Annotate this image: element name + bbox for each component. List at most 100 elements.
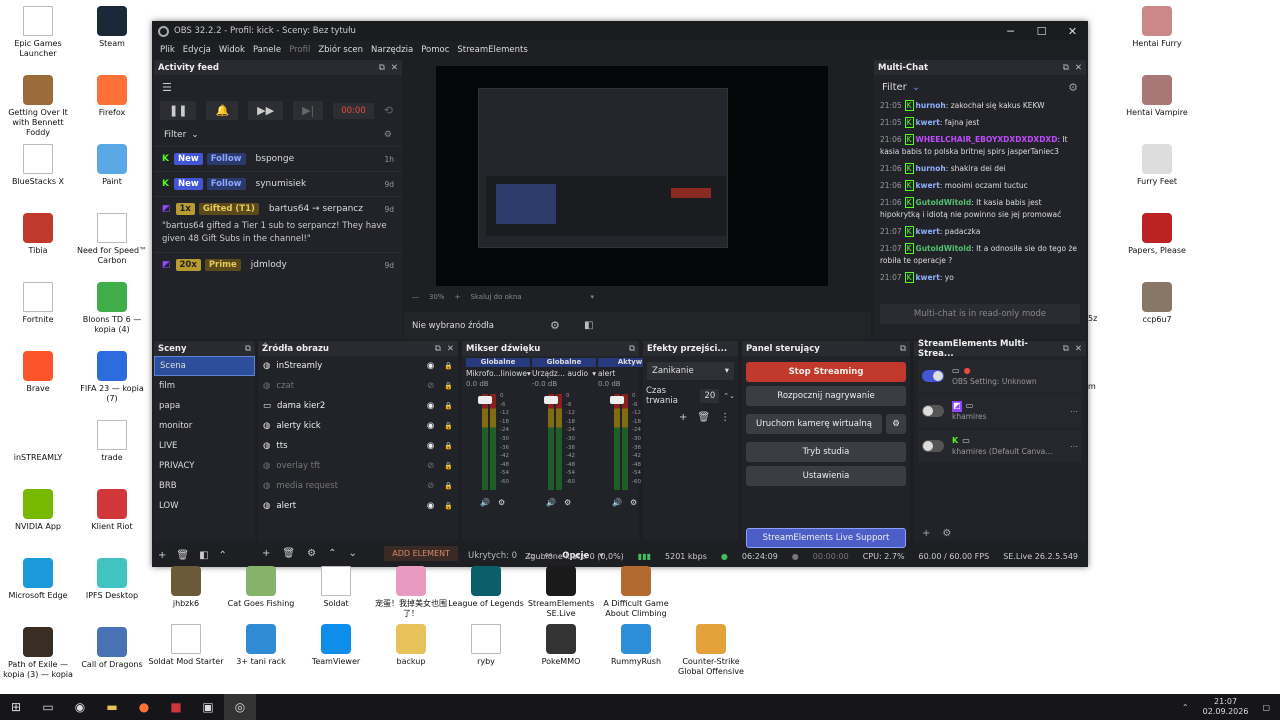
lock-icon[interactable]: 🔒: [444, 402, 453, 410]
desktop-icon[interactable]: Klient Riot: [74, 489, 150, 532]
menu-item[interactable]: Widok: [215, 45, 249, 55]
lock-icon[interactable]: 🔒: [444, 502, 453, 510]
desktop-icon[interactable]: Bloons TD 6 — kopia (4): [74, 282, 150, 335]
menu-item[interactable]: Profil: [285, 45, 314, 55]
hamburger-icon[interactable]: ☰: [154, 75, 402, 97]
desktop-icon[interactable]: Papers, Please: [1119, 213, 1195, 256]
undock-icon[interactable]: ⧉: [1063, 344, 1069, 354]
chevron-up-icon[interactable]: ⌃: [1182, 703, 1189, 712]
settings-button[interactable]: Ustawienia: [746, 466, 906, 486]
scene-item[interactable]: BRB: [154, 476, 255, 496]
volume-slider-handle[interactable]: [478, 396, 492, 404]
obs-icon[interactable]: ◎: [224, 694, 256, 720]
lock-icon[interactable]: 🔒: [444, 422, 453, 430]
close-icon[interactable]: ✕: [1075, 344, 1082, 354]
clock[interactable]: 21:07 02.09.2026: [1203, 697, 1249, 717]
windows-start-icon[interactable]: ⊞: [0, 694, 32, 720]
speaker-icon[interactable]: 🔊: [612, 498, 622, 507]
desktop-icon[interactable]: inSTREAMLY: [0, 420, 76, 463]
volume-slider-handle[interactable]: [544, 396, 558, 404]
preview-canvas[interactable]: [436, 66, 828, 286]
desktop-icon[interactable]: Need for Speed™ Carbon: [74, 213, 150, 266]
steam-icon[interactable]: ◉: [64, 694, 96, 720]
lock-icon[interactable]: 🔒: [444, 482, 453, 490]
duration-input[interactable]: 20: [700, 389, 720, 403]
desktop-icon[interactable]: A Difficult Game About Climbing: [598, 566, 674, 619]
eye-off-icon[interactable]: ⊘: [427, 481, 434, 491]
source-item[interactable]: ◍ tts ◉ 🔒: [258, 436, 458, 456]
stepper-icon[interactable]: ⌃⌄: [723, 392, 735, 400]
toggle-switch[interactable]: [922, 370, 944, 382]
chevron-down-icon[interactable]: ▾: [592, 369, 596, 378]
desktop-icon[interactable]: Counter-Strike Global Offensive: [673, 624, 749, 677]
zoom-out-icon[interactable]: —: [412, 293, 419, 301]
lock-icon[interactable]: 🔒: [444, 462, 453, 470]
start-recording-button[interactable]: Rozpocznij nagrywanie: [746, 386, 906, 406]
more-icon[interactable]: ⋯: [1070, 407, 1078, 416]
headphones-icon[interactable]: ⚙: [564, 498, 571, 507]
gear-icon[interactable]: ⚙: [942, 528, 951, 539]
eye-icon[interactable]: ◉: [427, 361, 434, 371]
transition-select[interactable]: Zanikanie ▾: [647, 362, 734, 380]
desktop-icon[interactable]: Tibia: [0, 213, 76, 256]
scene-item[interactable]: Scena: [154, 356, 255, 376]
gear-icon[interactable]: ⚙: [550, 319, 560, 332]
bell-icon[interactable]: 🔔: [206, 101, 239, 120]
scene-item[interactable]: LOW: [154, 496, 255, 516]
toggle-switch[interactable]: [922, 440, 944, 452]
gear-icon[interactable]: ⚙: [1068, 81, 1078, 94]
menu-item[interactable]: Pomoc: [417, 45, 453, 55]
stop-streaming-button[interactable]: Stop Streaming: [746, 362, 906, 382]
desktop-icon[interactable]: ccp6u7: [1119, 282, 1195, 325]
source-item[interactable]: ◍ alert ◉ 🔒: [258, 496, 458, 516]
undock-icon[interactable]: ⧉: [629, 344, 635, 354]
scene-item[interactable]: LIVE: [154, 436, 255, 456]
desktop-icon[interactable]: jhbzk6: [148, 566, 224, 609]
desktop-icon[interactable]: TeamViewer: [298, 624, 374, 667]
desktop-icon[interactable]: Soldat Mod Starter: [148, 624, 224, 667]
gear-icon[interactable]: ⚙: [886, 414, 906, 434]
chat-filter[interactable]: Filter ⌄ ⚙: [874, 75, 1086, 100]
desktop-icon[interactable]: FIFA 23 — kopia (7): [74, 351, 150, 404]
source-item[interactable]: ◍ czat ⊘ 🔒: [258, 376, 458, 396]
add-icon[interactable]: +: [922, 528, 930, 539]
undock-icon[interactable]: ⧉: [245, 344, 251, 354]
menu-item[interactable]: StreamElements: [453, 45, 531, 55]
source-item[interactable]: ◍ inStreamly ◉ 🔒: [258, 356, 458, 376]
desktop-icon[interactable]: ryby: [448, 624, 524, 667]
desktop-icon[interactable]: Microsoft Edge: [0, 558, 76, 601]
eye-icon[interactable]: ◉: [427, 441, 434, 451]
menu-item[interactable]: Plik: [156, 45, 179, 55]
scene-item[interactable]: film: [154, 376, 255, 396]
desktop-icon[interactable]: Hentai Furry: [1119, 6, 1195, 49]
eye-off-icon[interactable]: ⊘: [427, 381, 434, 391]
desktop-icon[interactable]: Soldat: [298, 566, 374, 609]
notification-icon[interactable]: ▢: [1262, 703, 1270, 712]
source-item[interactable]: ◍ alerty kick ◉ 🔒: [258, 416, 458, 436]
desktop-icon[interactable]: Fortnite: [0, 282, 76, 325]
close-icon[interactable]: ✕: [391, 63, 398, 73]
skip-icon[interactable]: ▶▶: [248, 101, 284, 120]
menu-item[interactable]: Edycja: [179, 45, 215, 55]
desktop-icon[interactable]: RummyRush: [598, 624, 674, 667]
eye-icon[interactable]: ◉: [427, 501, 434, 511]
add-icon[interactable]: +: [679, 412, 687, 423]
gear-icon[interactable]: ⚙: [384, 130, 392, 140]
menu-item[interactable]: Zbiór scen: [314, 45, 367, 55]
desktop-icon[interactable]: StreamElements SE.Live: [523, 566, 599, 619]
more-icon[interactable]: ⋯: [1070, 442, 1078, 451]
eye-off-icon[interactable]: ⊘: [427, 461, 434, 471]
desktop-icon[interactable]: 宠蛋！我掉美女也围了！: [373, 566, 449, 619]
menu-item[interactable]: Narzędzia: [367, 45, 417, 55]
desktop-icon[interactable]: League of Legends: [448, 566, 524, 609]
toggle-switch[interactable]: [922, 405, 944, 417]
desktop-icon[interactable]: Getting Over It with Bennett Foddy: [0, 75, 76, 138]
desktop-icon[interactable]: Steam: [74, 6, 150, 49]
desktop-icon[interactable]: PokeMMO: [523, 624, 599, 667]
desktop-icon[interactable]: backup: [373, 624, 449, 667]
undock-icon[interactable]: ⧉: [435, 344, 441, 354]
lock-icon[interactable]: 🔒: [444, 382, 453, 390]
minimize-icon[interactable]: ─: [995, 25, 1026, 38]
firefox-icon[interactable]: ●: [128, 694, 160, 720]
lock-icon[interactable]: 🔒: [444, 362, 453, 370]
